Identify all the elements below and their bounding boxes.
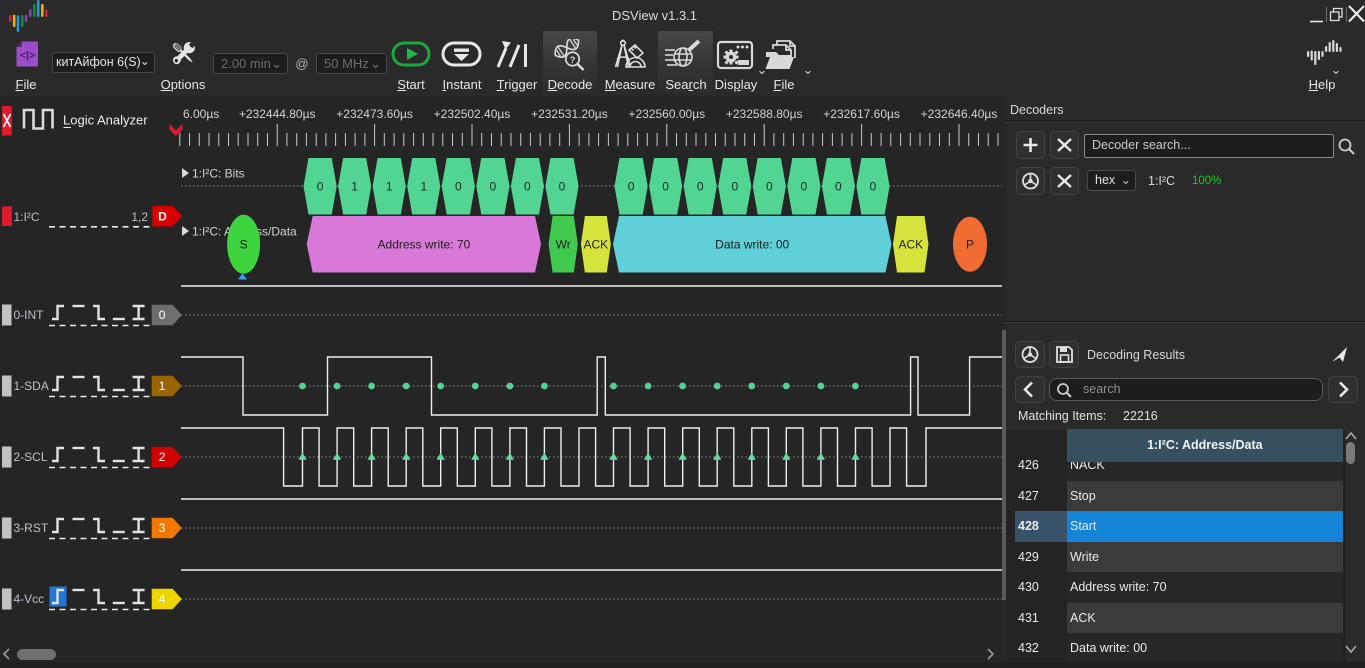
svg-text:0: 0 (697, 180, 704, 194)
svg-text:+232646.40µs: +232646.40µs (921, 107, 998, 121)
svg-text:ACK: ACK (583, 238, 608, 252)
svg-text:+232588.80µs: +232588.80µs (726, 107, 803, 121)
svg-text:3: 3 (159, 521, 166, 535)
svg-text:0: 0 (490, 180, 497, 194)
svg-text:Logic Analyzer: Logic Analyzer (63, 113, 148, 128)
svg-text:1:I²C: Bits: 1:I²C: Bits (192, 167, 245, 181)
svg-text:+232531.20µs: +232531.20µs (531, 107, 608, 121)
svg-text:0: 0 (628, 180, 635, 194)
svg-text:Data write: 00: Data write: 00 (715, 238, 789, 252)
svg-text:ACK: ACK (898, 238, 923, 252)
svg-text:6.00µs: 6.00µs (183, 107, 219, 121)
svg-text:0: 0 (766, 180, 773, 194)
svg-text:0: 0 (455, 180, 462, 194)
svg-text:1-SDA: 1-SDA (14, 379, 49, 393)
svg-text:+232560.00µs: +232560.00µs (628, 107, 705, 121)
svg-text:0: 0 (801, 180, 808, 194)
svg-text:D: D (158, 209, 167, 223)
svg-text:1,2: 1,2 (131, 210, 148, 224)
svg-text:4-Vcc: 4-Vcc (14, 592, 45, 606)
svg-text:0: 0 (870, 180, 877, 194)
svg-text:1: 1 (386, 180, 393, 194)
svg-text:0: 0 (731, 180, 738, 194)
svg-text:0: 0 (317, 180, 324, 194)
svg-text:+232473.60µs: +232473.60µs (336, 107, 413, 121)
svg-text:1: 1 (159, 379, 166, 393)
svg-text:0-INT: 0-INT (14, 308, 45, 322)
svg-text:4: 4 (159, 592, 166, 606)
svg-text:0: 0 (559, 180, 566, 194)
svg-text:0: 0 (662, 180, 669, 194)
svg-text:Address write: 70: Address write: 70 (378, 238, 471, 252)
svg-text:1:I²C: 1:I²C (14, 210, 40, 224)
svg-text:Wr: Wr (556, 238, 571, 252)
svg-text:P: P (966, 238, 974, 252)
svg-text:0: 0 (159, 308, 166, 322)
svg-text:1: 1 (420, 180, 427, 194)
svg-text:+232617.60µs: +232617.60µs (823, 107, 900, 121)
svg-text:0: 0 (835, 180, 842, 194)
svg-text:3-RST: 3-RST (14, 521, 49, 535)
svg-text:+232444.80µs: +232444.80µs (239, 107, 316, 121)
svg-text:2-SCL: 2-SCL (14, 450, 48, 464)
svg-text:2: 2 (159, 450, 166, 464)
svg-text:S: S (240, 238, 248, 252)
svg-text:0: 0 (524, 180, 531, 194)
svg-text:1: 1 (351, 180, 358, 194)
svg-text:+232502.40µs: +232502.40µs (434, 107, 511, 121)
